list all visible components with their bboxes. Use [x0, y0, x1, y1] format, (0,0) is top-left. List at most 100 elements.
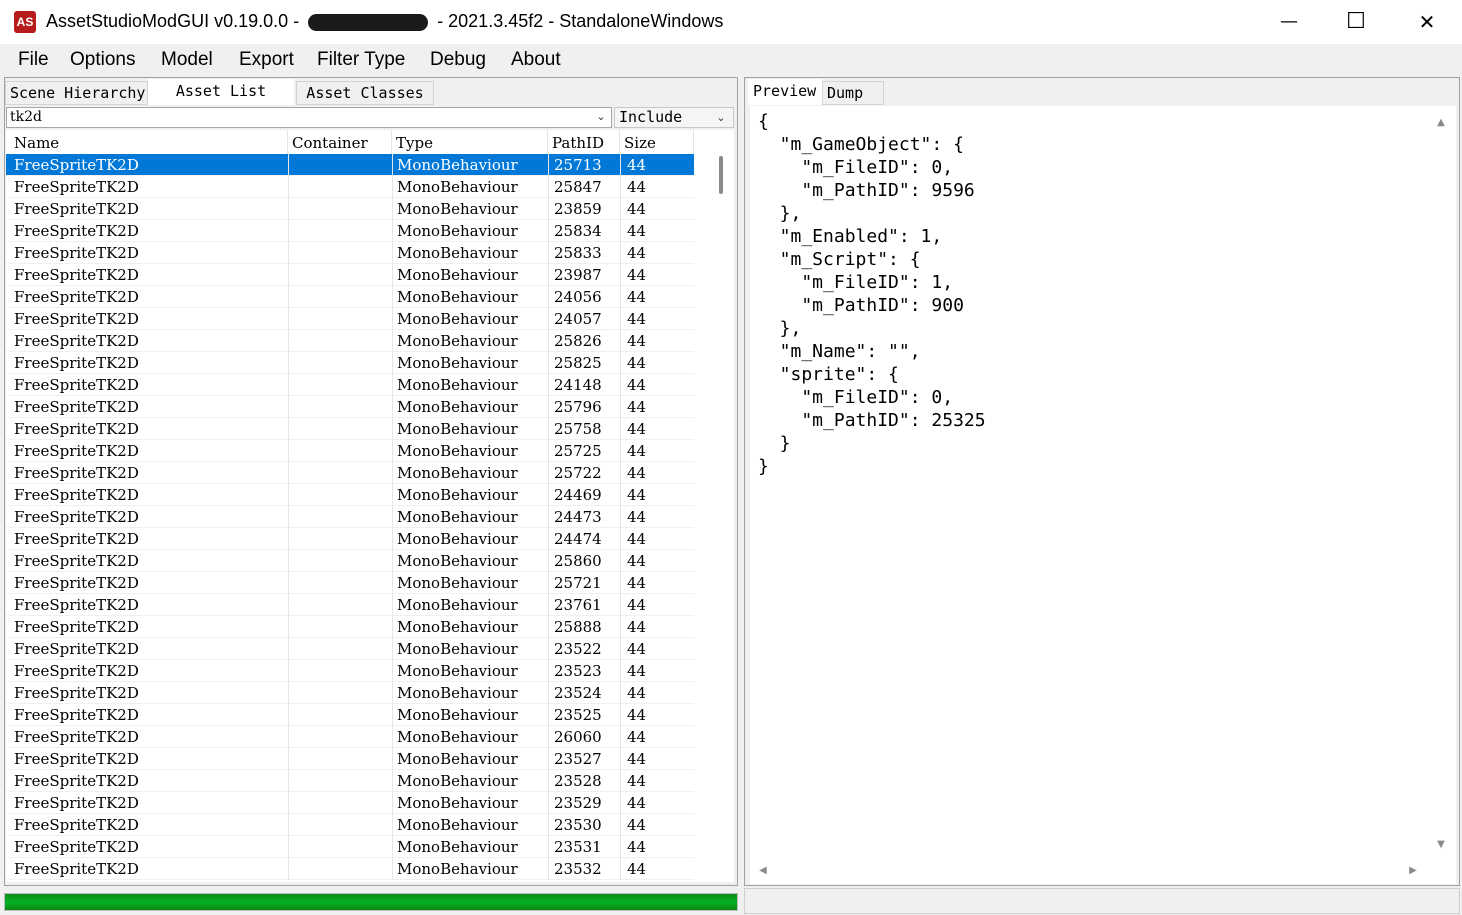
- column-header-container[interactable]: Container: [288, 130, 392, 154]
- cell-size: 44: [620, 616, 694, 638]
- cell-name: FreeSpriteTK2D: [14, 178, 139, 196]
- table-row[interactable]: FreeSpriteTK2D MonoBehaviour 23522 44: [6, 638, 694, 660]
- asset-list[interactable]: Name Container Type PathID Size FreeSpri…: [6, 130, 734, 882]
- menu-about[interactable]: About: [511, 49, 561, 71]
- table-row[interactable]: FreeSpriteTK2D MonoBehaviour 25722 44: [6, 462, 694, 484]
- app-icon: AS: [14, 11, 36, 33]
- cell-type: MonoBehaviour: [392, 220, 548, 242]
- scroll-right-icon[interactable]: ▶: [1404, 862, 1422, 880]
- tab-asset-list[interactable]: Asset List: [148, 79, 294, 105]
- table-row[interactable]: FreeSpriteTK2D MonoBehaviour 24469 44: [6, 484, 694, 506]
- table-row[interactable]: FreeSpriteTK2D MonoBehaviour 23530 44: [6, 814, 694, 836]
- scroll-down-icon[interactable]: ▼: [1432, 836, 1450, 854]
- cell-name: FreeSpriteTK2D: [14, 200, 139, 218]
- cell-pathid: 23525: [548, 704, 620, 726]
- cell-container: [288, 836, 392, 858]
- close-button[interactable]: ✕: [1392, 0, 1462, 44]
- table-row[interactable]: FreeSpriteTK2D MonoBehaviour 25847 44: [6, 176, 694, 198]
- table-row[interactable]: FreeSpriteTK2D MonoBehaviour 23523 44: [6, 660, 694, 682]
- cell-container: [288, 682, 392, 704]
- maximize-button[interactable]: ☐: [1321, 0, 1391, 44]
- dump-text: { "m_GameObject": { "m_FileID": 0, "m_Pa…: [758, 111, 986, 477]
- table-row[interactable]: FreeSpriteTK2D MonoBehaviour 25796 44: [6, 396, 694, 418]
- chevron-down-icon[interactable]: ⌄: [714, 109, 728, 127]
- table-row[interactable]: FreeSpriteTK2D MonoBehaviour 23527 44: [6, 748, 694, 770]
- table-row[interactable]: FreeSpriteTK2D MonoBehaviour 25834 44: [6, 220, 694, 242]
- table-row[interactable]: FreeSpriteTK2D MonoBehaviour 24474 44: [6, 528, 694, 550]
- column-header-type[interactable]: Type: [392, 130, 548, 154]
- cell-name: FreeSpriteTK2D: [14, 640, 139, 658]
- cell-type: MonoBehaviour: [392, 330, 548, 352]
- table-row[interactable]: FreeSpriteTK2D MonoBehaviour 23532 44: [6, 858, 694, 880]
- cell-pathid: 25833: [548, 242, 620, 264]
- table-row[interactable]: FreeSpriteTK2D MonoBehaviour 24148 44: [6, 374, 694, 396]
- column-header-name[interactable]: Name: [6, 130, 288, 154]
- cell-type: MonoBehaviour: [392, 286, 548, 308]
- menu-filter-type[interactable]: Filter Type: [317, 49, 405, 71]
- dump-horizontal-scrollbar[interactable]: ◀ ▶: [752, 862, 1432, 882]
- cell-name: FreeSpriteTK2D: [14, 486, 139, 504]
- table-row[interactable]: FreeSpriteTK2D MonoBehaviour 23525 44: [6, 704, 694, 726]
- table-row[interactable]: FreeSpriteTK2D MonoBehaviour 25721 44: [6, 572, 694, 594]
- cell-container: [288, 374, 392, 396]
- table-row[interactable]: FreeSpriteTK2D MonoBehaviour 24056 44: [6, 286, 694, 308]
- column-header-size[interactable]: Size: [620, 130, 694, 154]
- menu-debug[interactable]: Debug: [430, 49, 486, 71]
- window-title-suffix: - 2021.3.45f2 - StandaloneWindows: [437, 11, 724, 31]
- cell-size: 44: [620, 330, 694, 352]
- cell-size: 44: [620, 506, 694, 528]
- tab-asset-classes[interactable]: Asset Classes: [296, 81, 434, 105]
- table-row[interactable]: FreeSpriteTK2D MonoBehaviour 25725 44: [6, 440, 694, 462]
- cell-pathid: 23531: [548, 836, 620, 858]
- table-row[interactable]: FreeSpriteTK2D MonoBehaviour 25888 44: [6, 616, 694, 638]
- cell-type: MonoBehaviour: [392, 242, 548, 264]
- tab-dump[interactable]: Dump: [822, 81, 884, 105]
- table-row[interactable]: FreeSpriteTK2D MonoBehaviour 25825 44: [6, 352, 694, 374]
- menu-export[interactable]: Export: [239, 49, 294, 71]
- cell-pathid: 23761: [548, 594, 620, 616]
- menu-file[interactable]: File: [18, 49, 49, 71]
- filter-input[interactable]: tk2d: [6, 107, 612, 128]
- cell-type: MonoBehaviour: [392, 726, 548, 748]
- table-row[interactable]: FreeSpriteTK2D MonoBehaviour 26060 44: [6, 726, 694, 748]
- table-row[interactable]: FreeSpriteTK2D MonoBehaviour 23531 44: [6, 836, 694, 858]
- table-row[interactable]: FreeSpriteTK2D MonoBehaviour 23528 44: [6, 770, 694, 792]
- dump-vertical-scrollbar[interactable]: ▲ ▼: [1432, 108, 1452, 858]
- table-row[interactable]: FreeSpriteTK2D MonoBehaviour 25826 44: [6, 330, 694, 352]
- list-scrollbar[interactable]: [708, 150, 730, 882]
- table-row[interactable]: FreeSpriteTK2D MonoBehaviour 24473 44: [6, 506, 694, 528]
- dump-viewer[interactable]: { "m_GameObject": { "m_FileID": 0, "m_Pa…: [750, 106, 1456, 884]
- table-row[interactable]: FreeSpriteTK2D MonoBehaviour 25860 44: [6, 550, 694, 572]
- cell-pathid: 23987: [548, 264, 620, 286]
- table-row[interactable]: FreeSpriteTK2D MonoBehaviour 25833 44: [6, 242, 694, 264]
- menu-options[interactable]: Options: [70, 49, 135, 71]
- scroll-up-icon[interactable]: ▲: [1432, 114, 1450, 132]
- table-row[interactable]: FreeSpriteTK2D MonoBehaviour 23859 44: [6, 198, 694, 220]
- table-row[interactable]: FreeSpriteTK2D MonoBehaviour 25713 44: [6, 154, 694, 176]
- cell-type: MonoBehaviour: [392, 374, 548, 396]
- menu-model[interactable]: Model: [161, 49, 213, 71]
- cell-type: MonoBehaviour: [392, 792, 548, 814]
- cell-type: MonoBehaviour: [392, 616, 548, 638]
- table-row[interactable]: FreeSpriteTK2D MonoBehaviour 24057 44: [6, 308, 694, 330]
- minimize-button[interactable]: —: [1254, 0, 1324, 44]
- table-row[interactable]: FreeSpriteTK2D MonoBehaviour 23761 44: [6, 594, 694, 616]
- tab-scene-hierarchy[interactable]: Scene Hierarchy: [5, 81, 148, 105]
- cell-container: [288, 418, 392, 440]
- cell-name: FreeSpriteTK2D: [14, 816, 139, 834]
- cell-container: [288, 484, 392, 506]
- list-scroll-thumb[interactable]: [719, 156, 723, 194]
- chevron-down-icon[interactable]: ⌄: [594, 108, 608, 126]
- cell-size: 44: [620, 198, 694, 220]
- cell-container: [288, 308, 392, 330]
- cell-type: MonoBehaviour: [392, 506, 548, 528]
- table-row[interactable]: FreeSpriteTK2D MonoBehaviour 23987 44: [6, 264, 694, 286]
- tab-preview[interactable]: Preview: [748, 79, 822, 105]
- table-row[interactable]: FreeSpriteTK2D MonoBehaviour 25758 44: [6, 418, 694, 440]
- table-row[interactable]: FreeSpriteTK2D MonoBehaviour 23529 44: [6, 792, 694, 814]
- scroll-left-icon[interactable]: ◀: [754, 862, 772, 880]
- cell-pathid: 25847: [548, 176, 620, 198]
- column-header-pathid[interactable]: PathID: [548, 130, 620, 154]
- table-row[interactable]: FreeSpriteTK2D MonoBehaviour 23524 44: [6, 682, 694, 704]
- cell-name: FreeSpriteTK2D: [14, 552, 139, 570]
